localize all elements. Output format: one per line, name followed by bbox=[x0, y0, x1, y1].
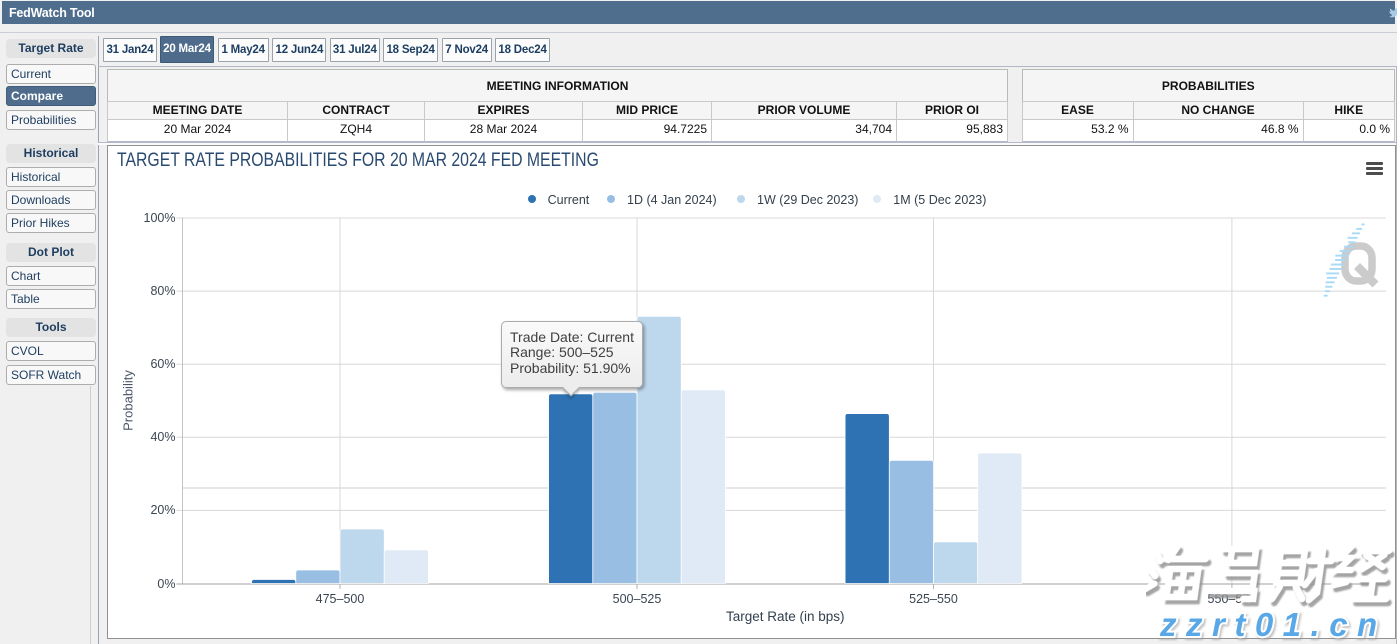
svg-text:zzrt01.cn: zzrt01.cn bbox=[1159, 606, 1387, 643]
